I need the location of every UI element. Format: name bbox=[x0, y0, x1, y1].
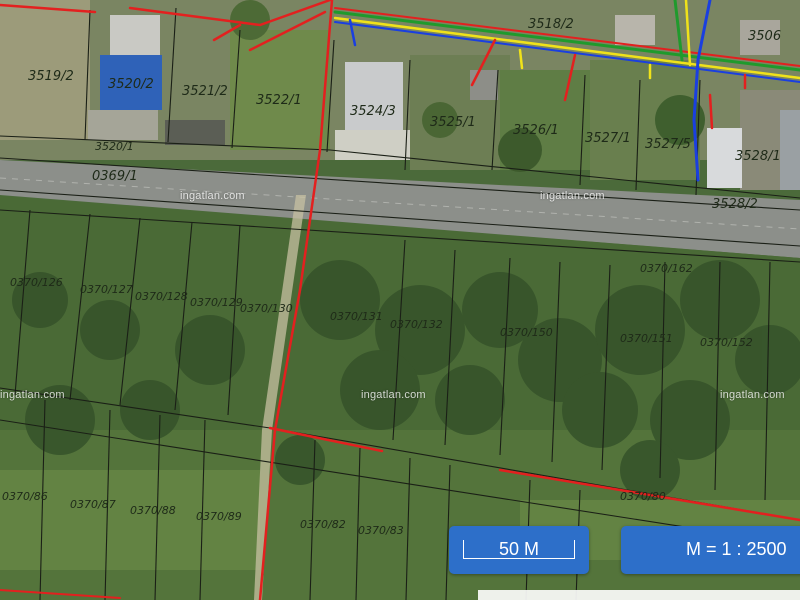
watermark: ingatlan.com bbox=[540, 190, 605, 202]
parcel-number: 0370/126 bbox=[10, 276, 63, 289]
parcel-number: 0370/89 bbox=[196, 510, 242, 523]
parcel-number: 0370/82 bbox=[300, 518, 346, 531]
parcel-number: 3519/2 bbox=[28, 69, 74, 84]
parcel-number: 0370/152 bbox=[700, 336, 753, 349]
parcel-number: 3527/1 bbox=[585, 131, 631, 146]
footer-strip bbox=[478, 590, 800, 600]
parcel-number: 3526/1 bbox=[513, 123, 559, 138]
scale-bar-panel: 50 M bbox=[449, 526, 589, 574]
parcel-number: 0370/162 bbox=[640, 262, 693, 275]
parcel-number: 0370/86 bbox=[2, 490, 48, 503]
parcel-number: 0370/132 bbox=[390, 318, 443, 331]
parcel-number: 0370/88 bbox=[130, 504, 176, 517]
parcel-number: 3528/2 bbox=[712, 197, 758, 212]
watermark: ingatlan.com bbox=[361, 389, 426, 401]
parcel-number: 0370/83 bbox=[358, 524, 404, 537]
parcel-number: 3527/5 bbox=[645, 137, 691, 152]
parcel-number: 0370/128 bbox=[135, 290, 188, 303]
watermark: ingatlan.com bbox=[0, 389, 65, 401]
warehouse-building bbox=[345, 62, 403, 132]
parcel-number: 0369/1 bbox=[92, 169, 138, 184]
parcel-number: 3521/2 bbox=[182, 84, 228, 99]
parcel-number: 0370/150 bbox=[500, 326, 553, 339]
parcel-number: 0370/131 bbox=[330, 310, 383, 323]
parcel-number: 3524/3 bbox=[350, 104, 396, 119]
parcel-number: 3506 bbox=[748, 29, 781, 44]
parcel-number: 3520/1 bbox=[95, 140, 134, 153]
parcel-number: 3525/1 bbox=[430, 115, 476, 130]
parcel-number: 0370/80 bbox=[620, 490, 666, 503]
parcel-number: 0370/127 bbox=[80, 283, 133, 296]
watermark: ingatlan.com bbox=[180, 190, 245, 202]
parcel-number: 0370/129 bbox=[190, 296, 243, 309]
scale-ratio-label: M = 1 : 2500 bbox=[686, 539, 787, 559]
cadastral-map[interactable]: 3519/2 3520/2 3521/2 3522/1 3524/3 3525/… bbox=[0, 0, 800, 600]
parcel-number: 3518/2 bbox=[528, 17, 574, 32]
parcel-number: 3520/2 bbox=[108, 77, 154, 92]
watermark: ingatlan.com bbox=[720, 389, 785, 401]
parcel-number: 0370/130 bbox=[240, 302, 293, 315]
parcel-number: 0370/151 bbox=[620, 332, 673, 345]
scale-ratio-panel: M = 1 : 2500 bbox=[621, 526, 800, 574]
building bbox=[110, 15, 160, 55]
parcel-number: 3528/1 bbox=[735, 149, 781, 164]
parcel-number: 3522/1 bbox=[256, 93, 302, 108]
parcel-number: 0370/87 bbox=[70, 498, 116, 511]
scale-distance-label: 50 M bbox=[498, 539, 540, 559]
